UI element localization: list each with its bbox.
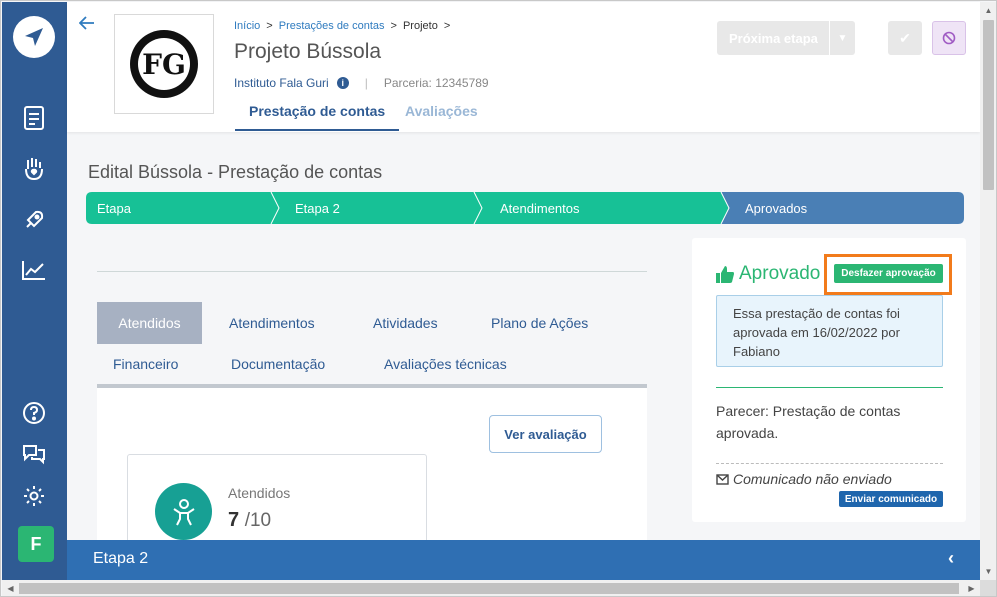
page-title: Projeto Bússola — [234, 40, 382, 63]
tab-atividades[interactable]: Atividades — [373, 315, 438, 331]
tab-atendimentos[interactable]: Atendimentos — [229, 315, 315, 331]
stat-value: 7 /10 — [228, 509, 271, 532]
pipeline-step-etapa-2[interactable]: Etapa 2 — [295, 192, 340, 224]
block-icon — [942, 31, 956, 45]
approval-panel: Aprovado Desfazer aprovação Essa prestaç… — [692, 238, 966, 522]
tab-prestacao-de-contas[interactable]: Prestação de contas — [235, 103, 400, 131]
communication-status: Comunicado não enviado — [716, 471, 892, 487]
tab-avaliacoes-tecnicas[interactable]: Avaliações técnicas — [384, 356, 507, 372]
project-header: FG Início > Prestações de contas > Proje… — [67, 2, 980, 132]
caret-down-icon[interactable]: ▼ — [829, 21, 855, 55]
approved-label: Aprovado — [739, 263, 821, 284]
hand-heart-icon[interactable] — [18, 152, 50, 184]
thumbs-up-icon — [716, 265, 734, 283]
check-icon: ✔ — [899, 29, 911, 46]
chart-line-icon[interactable] — [18, 254, 50, 286]
breadcrumb-separator: > — [443, 20, 451, 32]
dashed-divider — [716, 463, 943, 464]
stage-footer-bar[interactable]: Etapa 2 ‹ — [67, 540, 980, 580]
next-step-label: Próxima etapa — [729, 30, 818, 46]
meta-divider: | — [364, 76, 368, 90]
document-icon[interactable] — [18, 102, 50, 134]
divider — [97, 271, 647, 272]
project-meta: Instituto Fala Guri i | Parceria: 123457… — [234, 76, 489, 90]
person-icon — [155, 483, 212, 540]
app-window: F FG Início > Prestações de contas > Pro… — [0, 0, 997, 597]
tab-avaliacoes[interactable]: Avaliações — [405, 103, 478, 129]
compass-logo-icon[interactable] — [13, 16, 55, 58]
scroll-right-icon[interactable]: ▶ — [963, 580, 980, 596]
stage-pipeline: Etapa Etapa 2 Atendimentos Aprovados — [86, 192, 964, 224]
breadcrumb-item-inicio[interactable]: Início — [234, 20, 260, 32]
send-communication-button[interactable]: Enviar comunicado — [839, 491, 943, 507]
stat-count: 7 — [228, 509, 240, 531]
reject-button[interactable] — [932, 21, 966, 55]
approved-status: Aprovado — [715, 263, 820, 285]
avatar[interactable]: F — [18, 526, 54, 562]
scroll-thumb[interactable] — [983, 20, 994, 190]
tab-atendidos[interactable]: Atendidos — [97, 302, 202, 344]
stat-label: Atendidos — [228, 485, 291, 501]
opinion-text: Parecer: Prestação de contas aprovada. — [716, 403, 901, 441]
envelope-icon — [716, 473, 729, 485]
vertical-scrollbar[interactable]: ▲ ▼ — [980, 2, 996, 580]
partnership-label: Parceria: 12345789 — [383, 76, 489, 90]
info-icon[interactable]: i — [336, 77, 349, 89]
pipeline-step-aprovados[interactable]: Aprovados — [745, 192, 807, 224]
approval-info: Essa prestação de contas foi aprovada em… — [716, 295, 943, 367]
communication-label: Comunicado não enviado — [733, 471, 892, 487]
institute-link[interactable]: Instituto Fala Guri — [234, 76, 329, 90]
footer-stage-label: Etapa 2 — [93, 550, 149, 567]
pipeline-step-etapa[interactable]: Etapa — [97, 192, 131, 224]
scroll-up-icon[interactable]: ▲ — [980, 2, 996, 19]
tab-financeiro[interactable]: Financeiro — [113, 356, 178, 372]
rocket-icon[interactable] — [18, 204, 50, 236]
scroll-left-icon[interactable]: ◀ — [2, 580, 19, 596]
view-evaluation-button[interactable]: Ver avaliação — [489, 415, 602, 453]
stat-card: Atendidos 7 /10 — [127, 454, 427, 554]
logo-lettering: FG — [142, 48, 186, 81]
divider — [716, 387, 943, 388]
details-panel: Atendidos Atendimentos Atividades Plano … — [97, 241, 647, 554]
chat-icon[interactable] — [18, 438, 50, 470]
sidebar: F — [2, 2, 67, 580]
scroll-corner — [980, 580, 996, 596]
gear-icon[interactable] — [18, 480, 50, 512]
chevron-left-icon[interactable]: ‹ — [948, 548, 954, 569]
stat-total: /10 — [244, 510, 272, 531]
next-step-button[interactable]: Próxima etapa ▼ — [717, 21, 855, 55]
tab-content-atendidos: Ver avaliação Atendidos 7 /10 — [97, 388, 647, 554]
scroll-down-icon[interactable]: ▼ — [980, 563, 996, 580]
help-icon[interactable] — [18, 397, 50, 429]
project-logo: FG — [114, 14, 214, 114]
back-arrow-icon[interactable] — [78, 14, 95, 35]
tab-documentacao[interactable]: Documentação — [231, 356, 325, 372]
approve-button[interactable]: ✔ — [888, 21, 922, 55]
breadcrumb: Início > Prestações de contas > Projeto … — [234, 20, 450, 32]
breadcrumb-separator: > — [266, 20, 273, 32]
horizontal-scrollbar[interactable]: ◀ ▶ — [2, 580, 980, 596]
tab-plano-de-acoes[interactable]: Plano de Ações — [491, 315, 588, 331]
breadcrumb-item-prestacoes[interactable]: Prestações de contas — [279, 20, 385, 32]
breadcrumb-separator: > — [390, 20, 397, 32]
edital-title: Edital Bússola - Prestação de contas — [88, 162, 383, 182]
scroll-thumb[interactable] — [19, 583, 959, 594]
undo-approval-button[interactable]: Desfazer aprovação — [834, 264, 943, 283]
breadcrumb-item-projeto: Projeto — [402, 20, 438, 32]
pipeline-step-atendimentos[interactable]: Atendimentos — [500, 192, 580, 224]
